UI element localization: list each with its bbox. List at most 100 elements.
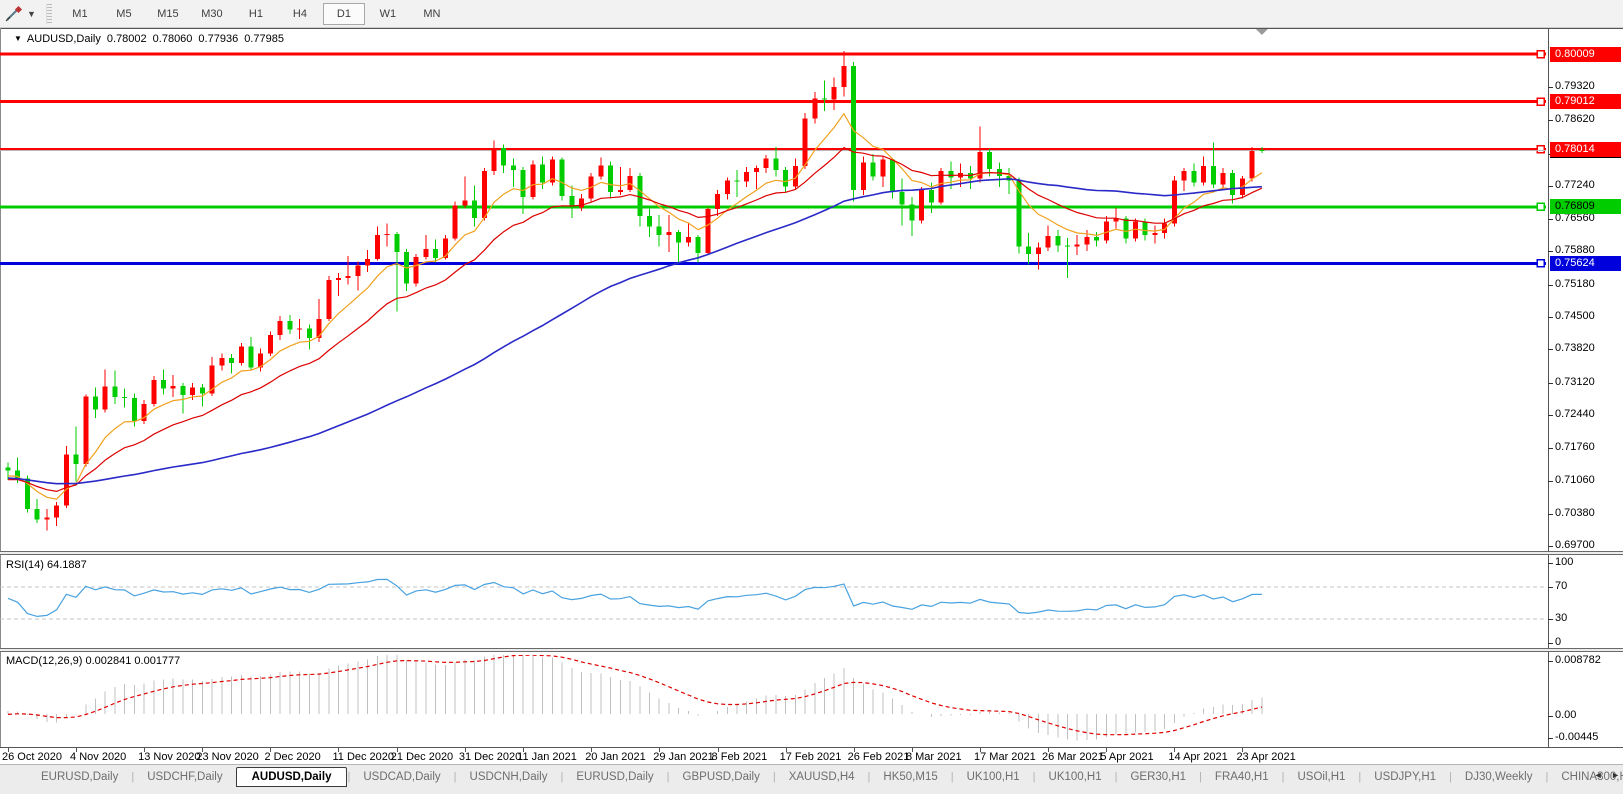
price-tick-label: 0.72440 <box>1555 408 1595 420</box>
date-tick-label: 26 Oct 2020 <box>2 751 62 763</box>
timeframe-toolbar: ▼ M1M5M15M30H1H4D1W1MN <box>0 0 1623 28</box>
rsi-tick-label: 30 <box>1555 612 1567 624</box>
price-tick-label: 0.71760 <box>1555 441 1595 453</box>
date-tick-label: 20 Jan 2021 <box>585 751 646 763</box>
tab-scroll-left-icon[interactable]: ◄ <box>1594 770 1603 780</box>
rsi-tick-label: 70 <box>1555 580 1567 592</box>
axis-tick <box>1548 716 1553 717</box>
timeframe-button-m15[interactable]: M15 <box>147 3 189 25</box>
timeframe-button-d1[interactable]: D1 <box>323 3 365 25</box>
date-tick-label: 4 Nov 2020 <box>70 751 126 763</box>
level-price-badge: 0.79012 <box>1550 94 1621 109</box>
chart-title: ▼AUDUSD,Daily0.780020.780600.779360.7798… <box>14 33 290 45</box>
macd-histogram <box>8 650 1262 740</box>
macd-tick-label: 0.008782 <box>1555 654 1601 666</box>
caret-down-icon[interactable]: ▼ <box>27 9 36 19</box>
chart-tab-hk50-m15[interactable]: HK50,M15 <box>870 768 950 786</box>
toolbar-grip[interactable] <box>46 4 52 24</box>
ohlc-close: 0.77985 <box>244 33 284 45</box>
date-tick-label: 13 Nov 2020 <box>138 751 200 763</box>
chart-tab-uk100-h1[interactable]: UK100,H1 <box>954 768 1033 786</box>
macd-tick-label: 0.00 <box>1555 709 1576 721</box>
level-price-badge: 0.80009 <box>1550 47 1621 62</box>
axis-tick <box>1548 514 1553 515</box>
axis-tick <box>1548 285 1553 286</box>
level-lines <box>0 51 1546 267</box>
ohlc-low: 0.77936 <box>198 33 238 45</box>
price-tick-label: 0.75880 <box>1555 244 1595 256</box>
axis-tick <box>1548 87 1553 88</box>
axis-tick <box>1548 661 1553 662</box>
date-tick-label: 14 Apr 2021 <box>1168 751 1227 763</box>
chart-tab-eurusd-daily[interactable]: EURUSD,Daily <box>28 768 131 786</box>
tab-strip: EURUSD,Daily|USDCHF,DailyAUDUSD,Daily|US… <box>28 765 1623 789</box>
chart-tab-usdchf-daily[interactable]: USDCHF,Daily <box>134 768 235 786</box>
axis-tick <box>1548 546 1553 547</box>
timeframe-button-m5[interactable]: M5 <box>103 3 145 25</box>
axis-tick <box>1548 643 1553 644</box>
timeframe-button-h1[interactable]: H1 <box>235 3 277 25</box>
price-tick-label: 0.69700 <box>1555 539 1595 551</box>
chart-tab-usoil-h1[interactable]: USOil,H1 <box>1284 768 1358 786</box>
axis-tick <box>1548 481 1553 482</box>
price-tick-label: 0.70380 <box>1555 507 1595 519</box>
timeframe-button-m30[interactable]: M30 <box>191 3 233 25</box>
date-tick-label: 2 Dec 2020 <box>264 751 320 763</box>
axis-tick <box>1548 587 1553 588</box>
axis-tick <box>1548 317 1553 318</box>
chart-tab-fra40-h1[interactable]: FRA40,H1 <box>1202 768 1282 786</box>
chart-shift-marker-icon <box>1256 29 1268 35</box>
chart-tab-audusd-daily[interactable]: AUDUSD,Daily <box>236 767 348 787</box>
rsi-line <box>8 579 1262 616</box>
axis-tick <box>1548 415 1553 416</box>
rsi-tick-label: 100 <box>1555 556 1573 568</box>
timeframe-button-w1[interactable]: W1 <box>367 3 409 25</box>
chart-tab-dj30-weekly[interactable]: DJ30,Weekly <box>1452 768 1546 786</box>
date-tick-label: 23 Nov 2020 <box>196 751 258 763</box>
timeframe-buttons: M1M5M15M30H1H4D1W1MN <box>58 3 454 25</box>
rsi-label: RSI(14) 64.1887 <box>6 559 87 571</box>
slow-ma <box>8 179 1262 484</box>
mt4-window: ▼ M1M5M15M30H1H4D1W1MN ▼ AUDUSD,Daily 0.78… <box>0 0 1623 794</box>
axis-tick <box>1548 120 1553 121</box>
one-click-caret-icon[interactable]: ▼ <box>14 34 22 43</box>
price-tick-label: 0.75180 <box>1555 278 1595 290</box>
timeframe-button-h4[interactable]: H4 <box>279 3 321 25</box>
timeframe-button-mn[interactable]: MN <box>411 3 453 25</box>
ohlc-high: 0.78060 <box>153 33 193 45</box>
tab-scroll-right-icon[interactable]: ► <box>1611 770 1620 780</box>
chart-tab-usdjpy-h1[interactable]: USDJPY,H1 <box>1361 768 1449 786</box>
tab-scrollers: ◄ ► <box>1588 770 1620 780</box>
date-tick-label: 17 Mar 2021 <box>974 751 1036 763</box>
chart-tab-usdcad-daily[interactable]: USDCAD,Daily <box>350 768 453 786</box>
date-tick-label: 21 Dec 2020 <box>391 751 453 763</box>
level-price-badge: 0.78014 <box>1550 142 1621 157</box>
price-tick-label: 0.79320 <box>1555 80 1595 92</box>
date-axis[interactable]: 26 Oct 2020 4 Nov 2020 13 Nov 202023 Nov 2… <box>0 748 1623 764</box>
level-price-badge: 0.75624 <box>1550 256 1621 271</box>
price-tick-label: 0.73820 <box>1555 342 1595 354</box>
price-tick-label: 0.77240 <box>1555 179 1595 191</box>
date-tick-label: 23 Apr 2021 <box>1236 751 1295 763</box>
price-tick-label: 0.73120 <box>1555 376 1595 388</box>
draw-cursor-icon[interactable] <box>1 3 27 25</box>
timeframe-button-m1[interactable]: M1 <box>59 3 101 25</box>
chart-tab-xauusd-h4[interactable]: XAUUSD,H4 <box>776 768 868 786</box>
axis-tick <box>1548 349 1553 350</box>
fast-ma <box>8 114 1262 499</box>
chart-tab-uk100-h1[interactable]: UK100,H1 <box>1036 768 1115 786</box>
date-tick-label: 5 Apr 2021 <box>1100 751 1153 763</box>
axis-tick <box>1548 738 1553 739</box>
price-tick-label: 0.78620 <box>1555 113 1595 125</box>
axis-tick <box>1548 186 1553 187</box>
chart-tab-gbpusd-daily[interactable]: GBPUSD,Daily <box>670 768 773 786</box>
chart-tab-ger30-h1[interactable]: GER30,H1 <box>1117 768 1199 786</box>
chart-tab-eurusd-daily[interactable]: EURUSD,Daily <box>563 768 666 786</box>
main-chart[interactable] <box>0 28 1549 752</box>
axis-tick <box>1548 619 1553 620</box>
chart-tab-usdcnh-daily[interactable]: USDCNH,Daily <box>457 768 561 786</box>
date-tick-label: 17 Feb 2021 <box>780 751 842 763</box>
date-tick-label: 26 Mar 2021 <box>1042 751 1104 763</box>
price-tick-label: 0.74500 <box>1555 310 1595 322</box>
date-tick-label: 26 Feb 2021 <box>848 751 910 763</box>
